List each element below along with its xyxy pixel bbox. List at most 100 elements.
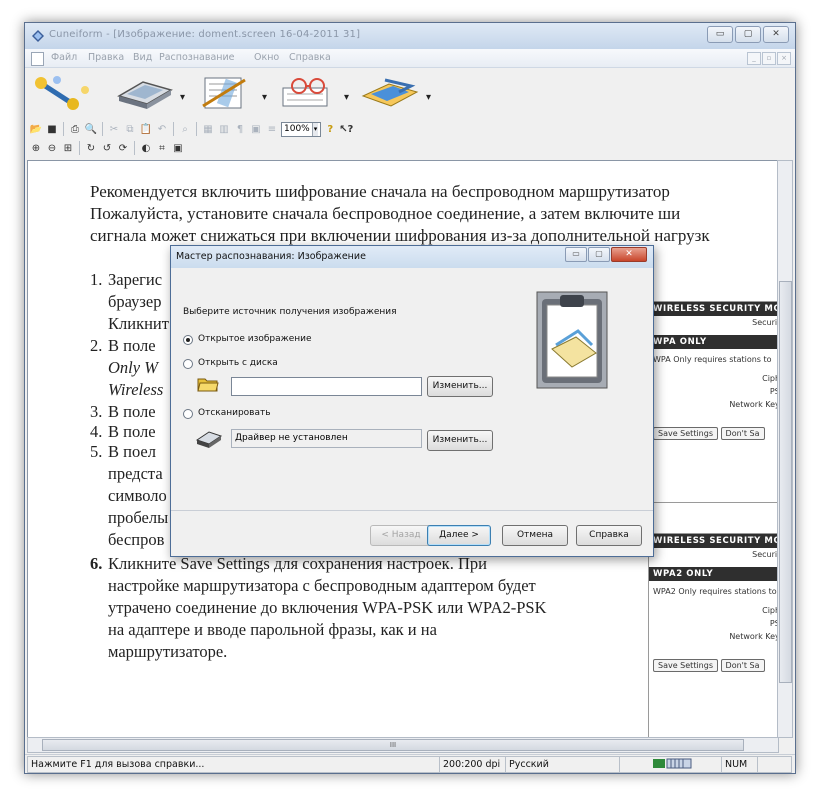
title-bar: Cuneiform - [Изображение: doment.screen …: [25, 23, 795, 49]
dialog-minimize-button[interactable]: ▭: [565, 247, 587, 262]
folder-icon: [197, 378, 219, 392]
vertical-scroll-thumb[interactable]: [779, 281, 792, 683]
select-area-icon[interactable]: ▣: [171, 141, 185, 155]
open-image-radio[interactable]: [183, 335, 193, 345]
cut-icon[interactable]: ✂: [107, 122, 121, 136]
open-folder-icon[interactable]: 📂: [29, 122, 43, 136]
save-icon[interactable]: ■: [45, 122, 59, 136]
change-scanner-button[interactable]: Изменить...: [427, 430, 493, 451]
layout-icon[interactable]: [195, 74, 259, 112]
find-icon[interactable]: ⌕: [178, 122, 192, 136]
main-toolbar: ▾ ▾ ▾ ▾: [25, 68, 795, 118]
rotate-180-icon[interactable]: ↻: [84, 141, 98, 155]
document-icon[interactable]: [31, 52, 44, 66]
back-button[interactable]: < Назад: [370, 525, 432, 546]
toolbar-separator: [196, 122, 197, 136]
window-title: Cuneiform - [Изображение: doment.screen …: [49, 29, 361, 40]
context-help-icon[interactable]: ↖?: [339, 122, 353, 136]
cancel-button[interactable]: Отмена: [502, 525, 568, 546]
change-path-button[interactable]: Изменить...: [427, 376, 493, 397]
rotate-left-icon[interactable]: ↺: [100, 141, 114, 155]
zoom-out-icon[interactable]: ⊖: [45, 141, 59, 155]
menu-edit[interactable]: Правка: [88, 52, 124, 63]
mdi-restore-button[interactable]: ▫: [762, 52, 776, 65]
layout-dropdown-icon[interactable]: ▾: [262, 92, 267, 103]
source-prompt: Выберите источник получения изображения: [183, 307, 397, 317]
align-icon[interactable]: ≡: [265, 122, 279, 136]
scan-dropdown-icon[interactable]: ▾: [180, 92, 185, 103]
list-item-line: маршрутизаторе.: [108, 642, 228, 661]
menu-file[interactable]: Файл: [51, 52, 77, 63]
help-icon[interactable]: ?: [323, 122, 337, 136]
menu-help[interactable]: Справка: [289, 52, 331, 63]
list-item-line: браузер: [108, 292, 162, 311]
maximize-button[interactable]: ▢: [735, 26, 761, 43]
card-text: Network Key :: [729, 400, 779, 409]
minimize-button[interactable]: ▭: [707, 26, 733, 43]
close-button[interactable]: ✕: [763, 26, 789, 43]
invert-icon[interactable]: ◐: [139, 141, 153, 155]
paragraph-line: сигнала может снижаться при включении ши…: [90, 226, 710, 245]
mdi-minimize-button[interactable]: _: [747, 52, 761, 65]
scanner-icon: [195, 431, 223, 448]
clipboard-illustration-icon: [536, 291, 608, 389]
list-item-line: беспров: [108, 530, 165, 549]
fit-page-icon[interactable]: ⊞: [61, 141, 75, 155]
zoom-select[interactable]: 100% ▾: [281, 121, 322, 137]
list-item-line: В поел: [108, 442, 156, 461]
status-language: Русский: [505, 756, 620, 773]
picture-icon[interactable]: ▣: [249, 122, 263, 136]
open-from-disk-radio[interactable]: [183, 359, 193, 369]
mdi-close-button[interactable]: ×: [777, 52, 791, 65]
vertical-scrollbar[interactable]: [777, 160, 793, 738]
toolbar-separator: [102, 122, 103, 136]
list-item-line: настройке маршрутизатора с беспроводным …: [108, 576, 536, 595]
scan-radio[interactable]: [183, 409, 193, 419]
print-preview-icon[interactable]: 🔍: [84, 122, 98, 136]
rotate-right-icon[interactable]: ⟳: [116, 141, 130, 155]
help-button[interactable]: Справка: [576, 525, 642, 546]
zoom-dropdown-icon[interactable]: ▾: [311, 122, 319, 136]
dialog-divider: [171, 510, 653, 511]
status-bar: Нажмите F1 для вызова справки... 200:200…: [25, 754, 795, 773]
card-text: Ciphe: [762, 606, 778, 615]
list-item-line: В поле: [108, 336, 156, 355]
columns-icon[interactable]: ▥: [217, 122, 231, 136]
menu-recognition[interactable]: Распознавание: [159, 52, 235, 63]
recognize-dropdown-icon[interactable]: ▾: [344, 92, 349, 103]
copy-icon[interactable]: ⧉: [123, 122, 137, 136]
recognize-icon[interactable]: [277, 74, 341, 112]
card-heading: WPA2 ONLY: [649, 567, 778, 581]
paragraph-marks-icon[interactable]: ¶: [233, 122, 247, 136]
list-item-number: 5.: [90, 442, 103, 461]
menu-window[interactable]: Окно: [254, 52, 279, 63]
print-icon[interactable]: ⎙: [68, 122, 82, 136]
next-button[interactable]: Далее >: [427, 525, 491, 546]
list-item-line: В поле: [108, 402, 156, 421]
menu-view[interactable]: Вид: [133, 52, 152, 63]
paste-icon[interactable]: 📋: [139, 122, 153, 136]
dialog-maximize-button[interactable]: ▢: [588, 247, 610, 262]
open-image-label[interactable]: Открытое изображение: [198, 334, 312, 344]
save-output-dropdown-icon[interactable]: ▾: [426, 92, 431, 103]
card-button: Save Settings: [653, 427, 718, 440]
crop-icon[interactable]: ⌗: [155, 141, 169, 155]
horizontal-scroll-thumb[interactable]: III: [42, 739, 744, 751]
list-item-number: 3.: [90, 402, 103, 421]
open-from-disk-label[interactable]: Открыть с диска: [198, 358, 278, 368]
save-output-icon[interactable]: [359, 74, 423, 112]
dialog-close-button[interactable]: ✕: [611, 247, 647, 262]
zoom-in-icon[interactable]: ⊕: [29, 141, 43, 155]
card-button: Don't Sa: [720, 659, 765, 672]
horizontal-scrollbar[interactable]: III: [27, 737, 779, 753]
card-heading: WIRELESS SECURITY MO: [649, 534, 778, 548]
undo-icon[interactable]: ↶: [155, 122, 169, 136]
scan-icon[interactable]: [113, 74, 177, 112]
status-dpi: 200:200 dpi: [439, 756, 506, 773]
list-item-line: на адаптере и вводе парольной фразы, как…: [108, 620, 437, 639]
scan-label[interactable]: Отсканировать: [198, 408, 271, 418]
table-icon[interactable]: ▦: [201, 122, 215, 136]
toolbar-separator: [79, 141, 80, 155]
recognize-wizard-icon[interactable]: [33, 74, 97, 112]
disk-path-field[interactable]: [231, 377, 422, 396]
